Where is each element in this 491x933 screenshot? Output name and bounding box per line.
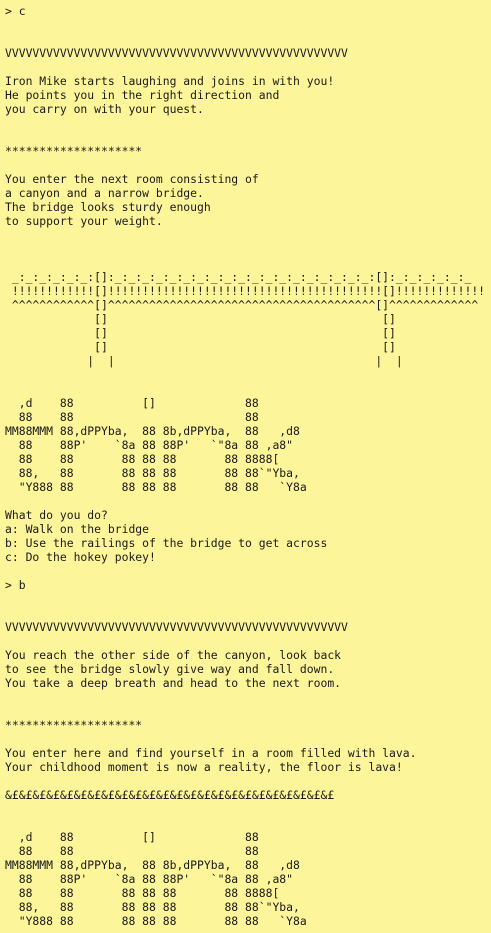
terminal-line: "Y888 88 88 88 88 88 88 `Y8a xyxy=(5,914,307,928)
terminal-line: 88, 88 88 88 88 88 88`"Yba, xyxy=(5,466,300,480)
terminal-line: 88 88 88 88 88 88 8888[ xyxy=(5,886,280,900)
terminal-line: 88 88 88 xyxy=(5,410,259,424)
terminal-line: [] [] xyxy=(5,326,396,340)
terminal-line: 88 88 88 88 88 88 8888[ xyxy=(5,452,280,466)
terminal-line: ******************** xyxy=(5,144,143,158)
terminal-line: > b xyxy=(5,578,26,592)
terminal-line: to support your weight. xyxy=(5,214,163,228)
terminal-line: Iron Mike starts laughing and joins in w… xyxy=(5,74,335,88)
terminal-line: MM88MMM 88,dPPYba, 88 8b,dPPYba, 88 ,d8 xyxy=(5,424,300,438)
terminal-line: b: Use the railings of the bridge to get… xyxy=(5,536,328,550)
terminal-output[interactable]: > c VVVVVVVVVVVVVVVVVVVVVVVVVVVVVVVVVVVVV… xyxy=(0,0,491,933)
terminal-line: 88 88P' `8a 88 88P' `"8a 88 ,a8" xyxy=(5,438,294,452)
terminal-line: [] [] xyxy=(5,340,396,354)
terminal-line: | | | | xyxy=(5,354,403,368)
terminal-line: Your childhood moment is now a reality, … xyxy=(5,760,403,774)
terminal-line: You take a deep breath and head to the n… xyxy=(5,676,342,690)
terminal-line: ******************** xyxy=(5,718,143,732)
terminal-line: MM88MMM 88,dPPYba, 88 8b,dPPYba, 88 ,d8 xyxy=(5,858,300,872)
terminal-line: 88 88 88 xyxy=(5,844,259,858)
terminal-line: ^^^^^^^^^^^^[]^^^^^^^^^^^^^^^^^^^^^^^^^^… xyxy=(5,298,479,312)
terminal-line: You enter the next room consisting of xyxy=(5,172,259,186)
terminal-line: ,d 88 [] 88 xyxy=(5,396,259,410)
terminal-line: The bridge looks sturdy enough xyxy=(5,200,211,214)
terminal-line: You enter here and find yourself in a ro… xyxy=(5,746,417,760)
terminal-line: VVVVVVVVVVVVVVVVVVVVVVVVVVVVVVVVVVVVVVVV… xyxy=(5,46,348,60)
terminal-line: "Y888 88 88 88 88 88 88 `Y8a xyxy=(5,480,307,494)
terminal-line: !!!!!!!!!!!![]!!!!!!!!!!!!!!!!!!!!!!!!!!… xyxy=(5,284,486,298)
terminal-line: He points you in the right direction and xyxy=(5,88,280,102)
terminal-line: [] [] xyxy=(5,312,396,326)
terminal-line: ,d 88 [] 88 xyxy=(5,830,259,844)
terminal-line: _:_:_:_:_:_:[]:_:_:_:_:_:_:_:_:_:_:_:_:_… xyxy=(5,270,472,284)
terminal-line: a canyon and a narrow bridge. xyxy=(5,186,204,200)
terminal-line: You reach the other side of the canyon, … xyxy=(5,648,342,662)
terminal-line: c: Do the hokey pokey! xyxy=(5,550,156,564)
terminal-line: to see the bridge slowly give way and fa… xyxy=(5,662,335,676)
terminal-line: you carry on with your quest. xyxy=(5,102,204,116)
terminal-line: a: Walk on the bridge xyxy=(5,522,150,536)
terminal-line: What do you do? xyxy=(5,508,108,522)
terminal-line: VVVVVVVVVVVVVVVVVVVVVVVVVVVVVVVVVVVVVVVV… xyxy=(5,620,348,634)
terminal-line: 88, 88 88 88 88 88 88`"Yba, xyxy=(5,900,300,914)
terminal-line: 88 88P' `8a 88 88P' `"8a 88 ,a8" xyxy=(5,872,294,886)
terminal-line: &£&£&£&£&£&£&£&£&£&£&£&£&£&£&£&£&£&£&£&£… xyxy=(5,788,335,802)
terminal-line: > c xyxy=(5,4,26,18)
